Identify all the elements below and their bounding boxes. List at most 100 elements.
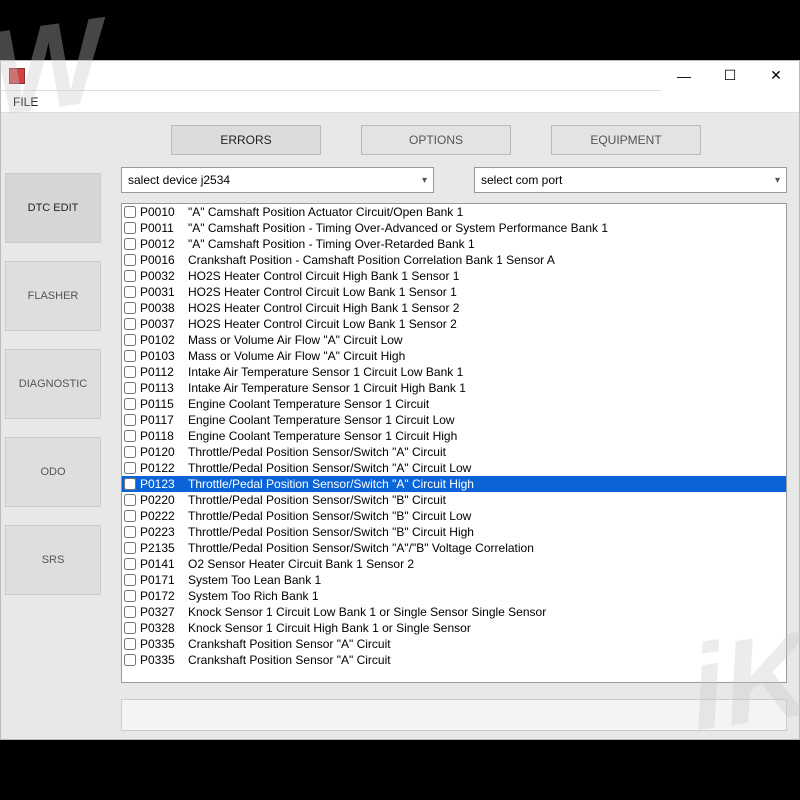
dtc-description: System Too Lean Bank 1 — [188, 573, 321, 587]
dtc-checkbox[interactable] — [124, 286, 136, 298]
top-tabs: ERRORS OPTIONS EQUIPMENT — [1, 113, 799, 167]
dtc-row[interactable]: P0011"A" Camshaft Position - Timing Over… — [122, 220, 786, 236]
dtc-row[interactable]: P0120Throttle/Pedal Position Sensor/Swit… — [122, 444, 786, 460]
dtc-row[interactable]: P0172System Too Rich Bank 1 — [122, 588, 786, 604]
dtc-row[interactable]: P0032HO2S Heater Control Circuit High Ba… — [122, 268, 786, 284]
device-select[interactable]: salect device j2534 ▾ — [121, 167, 434, 193]
dtc-code: P0220 — [140, 493, 188, 507]
dtc-checkbox[interactable] — [124, 478, 136, 490]
dtc-row[interactable]: P0113Intake Air Temperature Sensor 1 Cir… — [122, 380, 786, 396]
dtc-checkbox[interactable] — [124, 526, 136, 538]
dtc-description: Throttle/Pedal Position Sensor/Switch "A… — [188, 541, 534, 555]
dtc-row[interactable]: P0141O2 Sensor Heater Circuit Bank 1 Sen… — [122, 556, 786, 572]
dtc-checkbox[interactable] — [124, 590, 136, 602]
dtc-row[interactable]: P0016Crankshaft Position - Camshaft Posi… — [122, 252, 786, 268]
dtc-row[interactable]: P2135Throttle/Pedal Position Sensor/Swit… — [122, 540, 786, 556]
menu-file[interactable]: FILE — [5, 93, 46, 111]
dtc-checkbox[interactable] — [124, 382, 136, 394]
sidebar-flasher[interactable]: FLASHER — [5, 261, 101, 331]
dtc-checkbox[interactable] — [124, 222, 136, 234]
dtc-checkbox[interactable] — [124, 446, 136, 458]
tab-options[interactable]: OPTIONS — [361, 125, 511, 155]
app-icon — [9, 68, 25, 84]
sidebar: DTC EDIT FLASHER DIAGNOSTIC ODO SRS — [1, 167, 101, 691]
dtc-row[interactable]: P0335Crankshaft Position Sensor "A" Circ… — [122, 636, 786, 652]
titlebar[interactable]: — ☐ ✕ — [1, 61, 799, 91]
close-button[interactable]: ✕ — [753, 61, 799, 91]
dtc-code: P0327 — [140, 605, 188, 619]
dtc-row[interactable]: P0327Knock Sensor 1 Circuit Low Bank 1 o… — [122, 604, 786, 620]
dtc-checkbox[interactable] — [124, 238, 136, 250]
dtc-checkbox[interactable] — [124, 494, 136, 506]
dtc-checkbox[interactable] — [124, 254, 136, 266]
dtc-checkbox[interactable] — [124, 206, 136, 218]
dtc-row[interactable]: P0102Mass or Volume Air Flow "A" Circuit… — [122, 332, 786, 348]
dtc-code: P0120 — [140, 445, 188, 459]
dtc-checkbox[interactable] — [124, 334, 136, 346]
dtc-description: Throttle/Pedal Position Sensor/Switch "B… — [188, 509, 471, 523]
dtc-row[interactable]: P0037HO2S Heater Control Circuit Low Ban… — [122, 316, 786, 332]
dtc-row[interactable]: P0122Throttle/Pedal Position Sensor/Swit… — [122, 460, 786, 476]
dtc-checkbox[interactable] — [124, 430, 136, 442]
dtc-checkbox[interactable] — [124, 638, 136, 650]
content-area: ERRORS OPTIONS EQUIPMENT DTC EDIT FLASHE… — [1, 113, 799, 739]
dtc-checkbox[interactable] — [124, 270, 136, 282]
dtc-checkbox[interactable] — [124, 350, 136, 362]
minimize-button[interactable]: — — [661, 61, 707, 91]
dtc-code: P0223 — [140, 525, 188, 539]
maximize-button[interactable]: ☐ — [707, 61, 753, 91]
dtc-row[interactable]: P0031HO2S Heater Control Circuit Low Ban… — [122, 284, 786, 300]
dtc-description: Crankshaft Position Sensor "A" Circuit — [188, 653, 391, 667]
dtc-checkbox[interactable] — [124, 510, 136, 522]
sidebar-diagnostic[interactable]: DIAGNOSTIC — [5, 349, 101, 419]
dtc-row[interactable]: P0220Throttle/Pedal Position Sensor/Swit… — [122, 492, 786, 508]
dtc-description: Engine Coolant Temperature Sensor 1 Circ… — [188, 397, 429, 411]
tab-errors[interactable]: ERRORS — [171, 125, 321, 155]
dtc-description: System Too Rich Bank 1 — [188, 589, 319, 603]
dtc-description: Throttle/Pedal Position Sensor/Switch "B… — [188, 493, 446, 507]
dtc-row[interactable]: P0038HO2S Heater Control Circuit High Ba… — [122, 300, 786, 316]
dtc-checkbox[interactable] — [124, 366, 136, 378]
menubar: FILE — [1, 91, 799, 113]
dtc-row[interactable]: P0223Throttle/Pedal Position Sensor/Swit… — [122, 524, 786, 540]
sidebar-dtc-edit[interactable]: DTC EDIT — [5, 173, 101, 243]
dtc-row[interactable]: P0123Throttle/Pedal Position Sensor/Swit… — [122, 476, 786, 492]
dtc-checkbox[interactable] — [124, 558, 136, 570]
dtc-description: "A" Camshaft Position Actuator Circuit/O… — [188, 205, 463, 219]
dtc-code: P0222 — [140, 509, 188, 523]
dtc-row[interactable]: P0222Throttle/Pedal Position Sensor/Swit… — [122, 508, 786, 524]
dtc-checkbox[interactable] — [124, 606, 136, 618]
dtc-checkbox[interactable] — [124, 318, 136, 330]
dtc-checkbox[interactable] — [124, 574, 136, 586]
sidebar-srs[interactable]: SRS — [5, 525, 101, 595]
dtc-code: P0037 — [140, 317, 188, 331]
dtc-row[interactable]: P0335Crankshaft Position Sensor "A" Circ… — [122, 652, 786, 668]
dtc-row[interactable]: P0171System Too Lean Bank 1 — [122, 572, 786, 588]
dtc-row[interactable]: P0118Engine Coolant Temperature Sensor 1… — [122, 428, 786, 444]
dtc-row[interactable]: P0328Knock Sensor 1 Circuit High Bank 1 … — [122, 620, 786, 636]
dtc-checkbox[interactable] — [124, 462, 136, 474]
dtc-code: P0172 — [140, 589, 188, 603]
dtc-checkbox[interactable] — [124, 542, 136, 554]
dtc-code: P0335 — [140, 653, 188, 667]
dtc-row[interactable]: P0012"A" Camshaft Position - Timing Over… — [122, 236, 786, 252]
dtc-code: P0016 — [140, 253, 188, 267]
dtc-checkbox[interactable] — [124, 654, 136, 666]
sidebar-odo[interactable]: ODO — [5, 437, 101, 507]
dtc-row[interactable]: P0117Engine Coolant Temperature Sensor 1… — [122, 412, 786, 428]
dtc-description: "A" Camshaft Position - Timing Over-Reta… — [188, 237, 475, 251]
dtc-row[interactable]: P0010"A" Camshaft Position Actuator Circ… — [122, 204, 786, 220]
dtc-row[interactable]: P0112Intake Air Temperature Sensor 1 Cir… — [122, 364, 786, 380]
dtc-checkbox[interactable] — [124, 302, 136, 314]
comport-select[interactable]: select com port ▾ — [474, 167, 787, 193]
dtc-code: P0102 — [140, 333, 188, 347]
dtc-listbox[interactable]: P0010"A" Camshaft Position Actuator Circ… — [121, 203, 787, 683]
tab-equipment[interactable]: EQUIPMENT — [551, 125, 701, 155]
dtc-checkbox[interactable] — [124, 398, 136, 410]
dtc-description: O2 Sensor Heater Circuit Bank 1 Sensor 2 — [188, 557, 414, 571]
dtc-row[interactable]: P0115Engine Coolant Temperature Sensor 1… — [122, 396, 786, 412]
dtc-checkbox[interactable] — [124, 414, 136, 426]
dtc-description: Throttle/Pedal Position Sensor/Switch "A… — [188, 445, 446, 459]
dtc-checkbox[interactable] — [124, 622, 136, 634]
dtc-row[interactable]: P0103Mass or Volume Air Flow "A" Circuit… — [122, 348, 786, 364]
